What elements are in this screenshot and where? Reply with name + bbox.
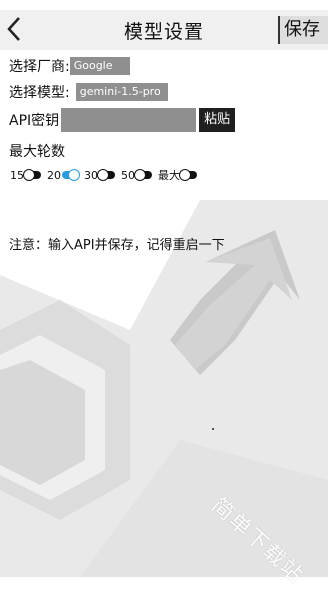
vendor-row: 选择厂商: Google <box>9 56 130 76</box>
vendor-select[interactable]: Google <box>69 57 130 75</box>
toggle-switch[interactable] <box>180 170 197 180</box>
toggle-switch[interactable] <box>135 170 152 180</box>
option-50[interactable]: 50 <box>121 169 152 182</box>
option-20[interactable]: 20 <box>47 168 79 182</box>
max-turns-row: 最大轮数 <box>9 141 65 161</box>
max-turns-options: 15 20 30 50 最大 <box>10 167 203 183</box>
watermark: 简单下载站 <box>207 492 309 588</box>
option-label: 20 <box>47 168 61 182</box>
toggle-switch[interactable] <box>24 170 41 180</box>
model-select[interactable]: gemini-1.5-pro <box>75 83 168 101</box>
option-label: 最大 <box>158 169 180 182</box>
model-label: 选择模型: <box>9 85 70 101</box>
toggle-switch[interactable] <box>62 170 79 180</box>
model-row: 选择模型: gemini-1.5-pro <box>9 82 168 102</box>
option-max[interactable]: 最大 <box>158 167 197 183</box>
notice-text: 注意：输入API并保存，记得重启一下 <box>9 238 225 253</box>
save-button[interactable]: 保存 <box>278 16 328 44</box>
api-key-input[interactable] <box>61 108 197 132</box>
header-bar: 模型设置 保存 <box>0 10 328 50</box>
option-15[interactable]: 15 <box>10 169 41 182</box>
option-label: 30 <box>84 168 98 182</box>
max-turns-label: 最大轮数 <box>9 144 65 160</box>
toggle-switch[interactable] <box>98 170 115 180</box>
api-key-row: API密钥 粘贴 <box>9 108 236 132</box>
vendor-label: 选择厂商: <box>9 59 70 75</box>
chevron-left-icon <box>7 17 20 41</box>
option-label: 50 <box>121 168 135 182</box>
back-button[interactable] <box>4 14 24 44</box>
api-key-label: API密钥 <box>9 113 60 129</box>
paste-button[interactable]: 粘贴 <box>199 108 236 132</box>
dot <box>212 428 214 430</box>
option-30[interactable]: 30 <box>84 169 115 182</box>
option-label: 15 <box>10 168 24 182</box>
